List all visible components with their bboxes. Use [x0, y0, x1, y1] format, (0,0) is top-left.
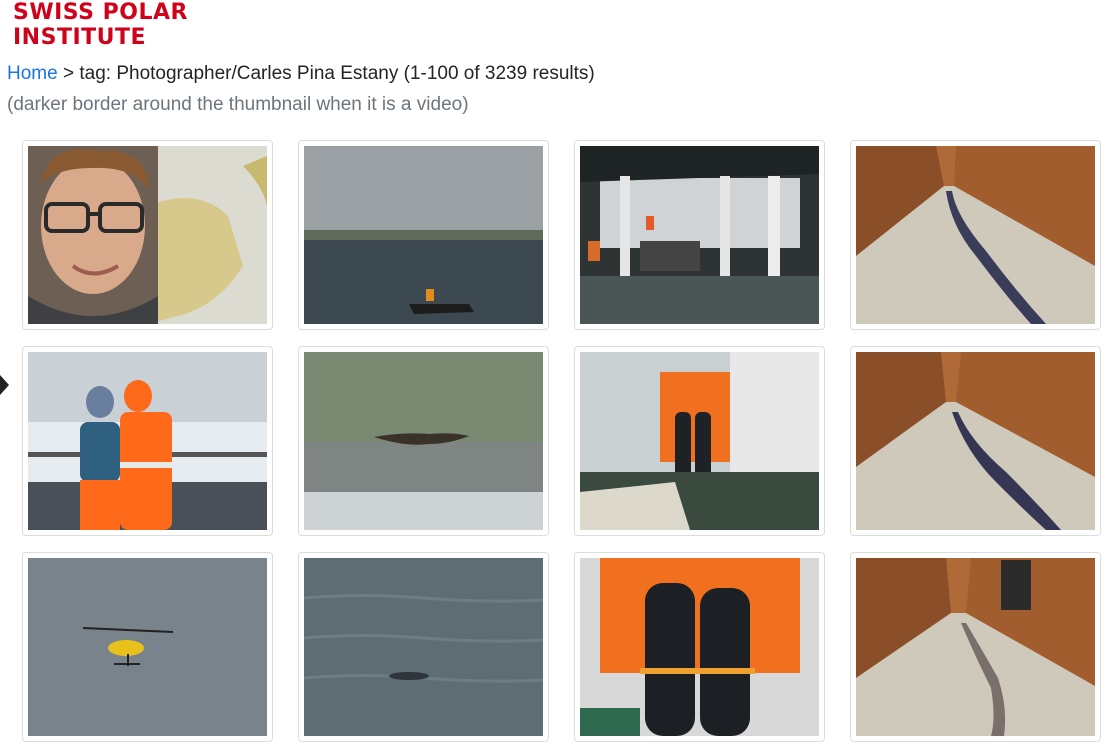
- thumbnail-image: [304, 558, 543, 736]
- thumbnail[interactable]: [22, 346, 273, 536]
- breadcrumb-separator: >: [62, 63, 75, 84]
- thumbnail[interactable]: [22, 140, 273, 330]
- thumbnail[interactable]: [298, 552, 549, 742]
- thumbnail[interactable]: [850, 346, 1101, 536]
- thumbnail-image: [28, 352, 267, 530]
- thumbnail-image: [580, 352, 819, 530]
- breadcrumb-tag: tag: Photographer/Carles Pina Estany (1-…: [79, 63, 595, 84]
- thumbnail-image: [304, 352, 543, 530]
- thumbnail-image: [856, 558, 1095, 736]
- thumbnail[interactable]: [298, 140, 549, 330]
- video-border-note: (darker border around the thumbnail when…: [7, 94, 469, 115]
- thumbnail[interactable]: [22, 552, 273, 742]
- logo-line-2: INSTITUTE: [13, 25, 147, 50]
- thumbnail[interactable]: [574, 552, 825, 742]
- thumbnail-image: [28, 558, 267, 736]
- thumbnail[interactable]: [574, 140, 825, 330]
- logo[interactable]: SWISS POLAR INSTITUTE: [13, 0, 188, 50]
- logo-line-1: SWISS POLAR: [13, 0, 188, 25]
- thumbnail-image: [304, 146, 543, 324]
- home-link[interactable]: Home: [7, 63, 58, 84]
- thumbnail[interactable]: [574, 346, 825, 536]
- thumbnail[interactable]: [850, 552, 1101, 742]
- thumbnail-image: [580, 146, 819, 324]
- thumbnail-image: [856, 352, 1095, 530]
- thumbnail[interactable]: [298, 346, 549, 536]
- mouse-cursor-icon: [0, 375, 9, 395]
- thumbnail-image: [580, 558, 819, 736]
- thumbnail-image: [28, 146, 267, 324]
- breadcrumb: Home > tag: Photographer/Carles Pina Est…: [7, 63, 595, 85]
- thumbnail-image: [856, 146, 1095, 324]
- thumbnail[interactable]: [850, 140, 1101, 330]
